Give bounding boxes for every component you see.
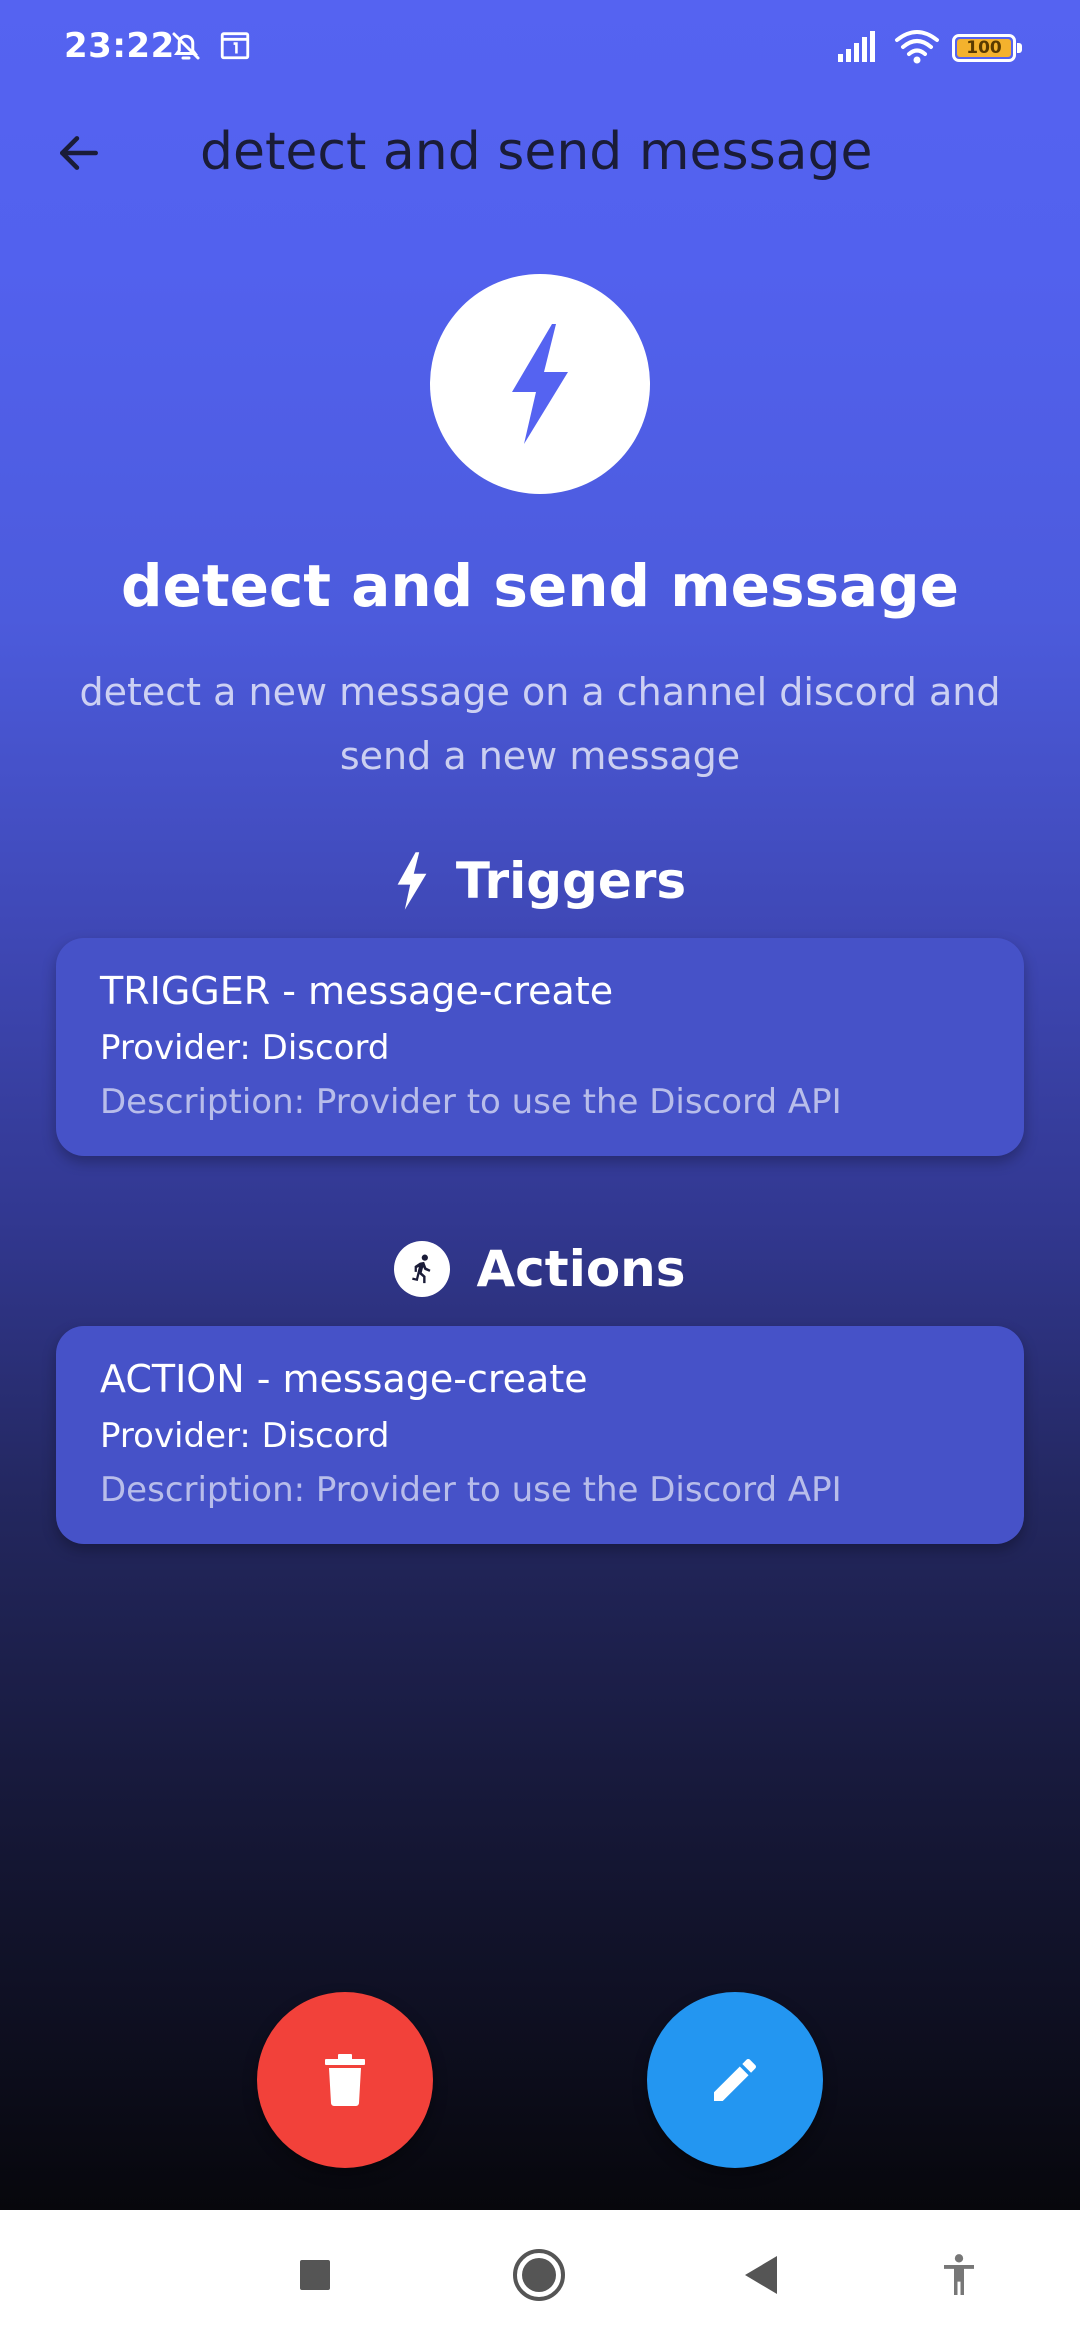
app-screen: 23:22 100 detect and send message detect… (0, 0, 1080, 2210)
action-title: ACTION - message-create (100, 1357, 588, 1401)
status-time: 23:22 (64, 26, 175, 66)
accessibility-button[interactable] (924, 2240, 994, 2310)
action-provider: Provider: Discord (100, 1416, 390, 1456)
pencil-icon (714, 2058, 757, 2101)
area-title: detect and send message (120, 552, 960, 620)
arrow-left-icon (60, 136, 98, 170)
action-description: Description: Provider to use the Discord… (100, 1470, 842, 1510)
lightning-bolt-icon (397, 852, 427, 910)
delete-button[interactable] (257, 1992, 433, 2168)
recents-square-icon (300, 2260, 330, 2290)
accessibility-icon (944, 2254, 974, 2295)
wifi-icon (894, 28, 940, 68)
battery-level: 100 (957, 38, 1011, 58)
page-title: detect and send message (200, 122, 873, 182)
trigger-card[interactable]: TRIGGER - message-create Provider: Disco… (56, 938, 1024, 1156)
recents-button[interactable] (280, 2240, 350, 2310)
back-button[interactable] (44, 118, 114, 188)
actions-heading: Actions (0, 1240, 1080, 1298)
triggers-heading: Triggers (0, 852, 1080, 910)
trigger-provider: Provider: Discord (100, 1028, 390, 1068)
trash-icon (325, 2054, 365, 2106)
system-back-button[interactable] (726, 2240, 796, 2310)
status-bar: 23:22 100 (0, 0, 1080, 100)
battery-icon: 100 (952, 34, 1022, 62)
actions-heading-label: Actions (476, 1240, 686, 1298)
calendar-icon (218, 28, 252, 66)
trigger-title: TRIGGER - message-create (100, 969, 614, 1013)
signal-icon (836, 30, 880, 68)
bell-off-icon (168, 28, 204, 68)
back-triangle-icon (745, 2256, 777, 2294)
home-button[interactable] (504, 2240, 574, 2310)
area-description: detect a new message on a channel discor… (79, 670, 1001, 778)
edit-button[interactable] (647, 1992, 823, 2168)
triggers-heading-label: Triggers (455, 852, 687, 910)
hero-icon-circle (430, 274, 650, 494)
action-card[interactable]: ACTION - message-create Provider: Discor… (56, 1326, 1024, 1544)
home-circle-icon (513, 2249, 565, 2301)
system-nav-bar (0, 2210, 1080, 2340)
running-person-icon (394, 1241, 451, 1297)
lightning-bolt-icon (512, 324, 568, 444)
trigger-description: Description: Provider to use the Discord… (100, 1082, 842, 1122)
